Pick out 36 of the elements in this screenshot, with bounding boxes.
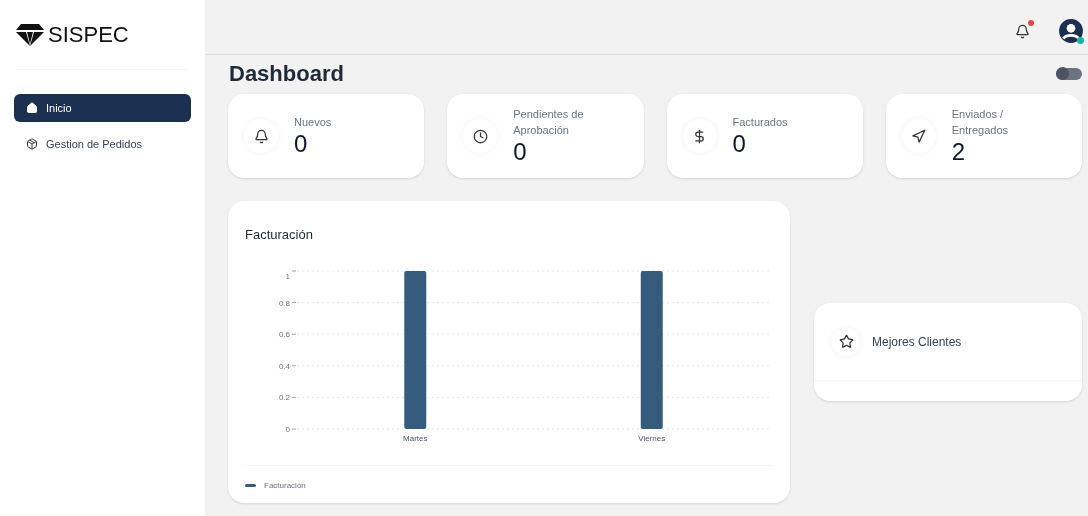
clock-icon (472, 128, 488, 144)
y-axis-label: 0.2 (278, 392, 290, 402)
x-axis-label: Martes (403, 433, 428, 443)
home-icon (26, 102, 38, 114)
stat-label: Nuevos (294, 115, 333, 130)
legend-label: Facturación (264, 479, 306, 492)
package-icon (26, 138, 38, 150)
user-avatar-button[interactable] (1058, 18, 1084, 44)
stat-label: Pendientes de Aprobación (513, 107, 585, 138)
navigation-arrow-icon (911, 128, 927, 144)
y-axis-label: 0.6 (278, 329, 290, 339)
y-axis-label: 1 (285, 271, 290, 281)
stat-value: 0 (732, 130, 747, 158)
y-axis-label: 0 (285, 424, 290, 434)
bell-icon (1015, 23, 1030, 39)
stat-value: 0 (294, 130, 309, 158)
legend-swatch (245, 484, 256, 487)
bell-icon (253, 128, 269, 144)
sidebar-item[interactable]: Gestion de Pedidos (14, 130, 191, 158)
logo-text: SISPEC (48, 21, 129, 49)
y-axis-label: 0.8 (278, 298, 290, 308)
page-title: Dashboard (229, 60, 344, 88)
y-axis-label: 0.4 (278, 361, 290, 371)
dollar-icon (692, 128, 707, 144)
diamond-logo-icon (16, 22, 44, 47)
x-axis-label: Viernes (638, 433, 666, 443)
chart-title: Facturación (245, 226, 314, 244)
stat-label: Facturados (732, 115, 789, 130)
stat-value: 2 (951, 138, 967, 166)
theme-toggle[interactable] (1056, 67, 1082, 80)
sidebar-item[interactable]: Inicio (14, 94, 191, 122)
star-icon (838, 334, 854, 349)
user-avatar-icon (1058, 18, 1084, 44)
card-title: Mejores Clientes (872, 333, 962, 351)
stat-value: 0 (513, 138, 528, 166)
stat-label: Enviados / Entregados (951, 107, 1009, 138)
